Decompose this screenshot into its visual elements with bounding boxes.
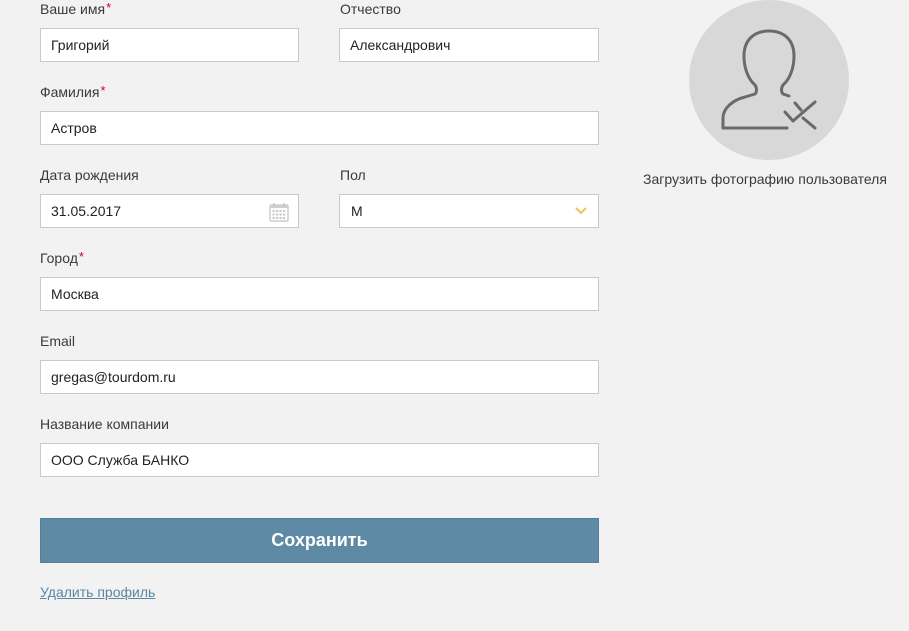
email-label-text: Email <box>40 333 76 349</box>
gender-label: Пол <box>340 166 366 184</box>
company-label: Название компании <box>40 415 169 433</box>
birth-date-label-text: Дата рождения <box>40 167 139 183</box>
last-name-input[interactable] <box>41 112 598 144</box>
last-name-field[interactable] <box>40 111 599 145</box>
birth-date-input[interactable] <box>41 195 298 227</box>
birth-date-label: Дата рождения <box>40 166 139 184</box>
chevron-down-icon[interactable] <box>575 207 587 215</box>
company-input[interactable] <box>41 444 598 476</box>
email-field[interactable] <box>40 360 599 394</box>
patronymic-input[interactable] <box>340 29 598 61</box>
required-mark: * <box>100 83 106 98</box>
first-name-label: Ваше имя* <box>40 0 111 19</box>
avatar-upload-caption[interactable]: Загрузить фотографию пользователя <box>643 171 887 187</box>
calendar-icon[interactable] <box>269 202 289 222</box>
required-mark: * <box>106 0 112 15</box>
last-name-label: Фамилия* <box>40 83 106 102</box>
delete-profile-link[interactable]: Удалить профиль <box>40 584 155 600</box>
city-label-text: Город <box>40 250 78 266</box>
required-mark: * <box>78 249 84 264</box>
patronymic-label-text: Отчество <box>340 1 401 17</box>
company-label-text: Название компании <box>40 416 169 432</box>
email-input[interactable] <box>41 361 598 393</box>
avatar-upload[interactable] <box>689 0 849 160</box>
first-name-input[interactable] <box>41 29 298 61</box>
patronymic-label: Отчество <box>340 0 401 18</box>
company-field[interactable] <box>40 443 599 477</box>
city-label: Город* <box>40 249 84 268</box>
first-name-field[interactable] <box>40 28 299 62</box>
patronymic-field[interactable] <box>339 28 599 62</box>
first-name-label-text: Ваше имя <box>40 1 106 17</box>
gender-label-text: Пол <box>340 167 366 183</box>
email-label: Email <box>40 332 75 350</box>
birth-date-field[interactable] <box>40 194 299 228</box>
user-check-icon <box>721 29 817 130</box>
gender-select[interactable]: М <box>339 194 599 228</box>
save-button[interactable]: Сохранить <box>40 518 599 563</box>
city-field[interactable] <box>40 277 599 311</box>
city-input[interactable] <box>41 278 598 310</box>
profile-form-page: Ваше имя* Отчество Фамилия* Дата рождени… <box>0 0 909 631</box>
last-name-label-text: Фамилия <box>40 84 100 100</box>
gender-select-value: М <box>351 203 363 219</box>
